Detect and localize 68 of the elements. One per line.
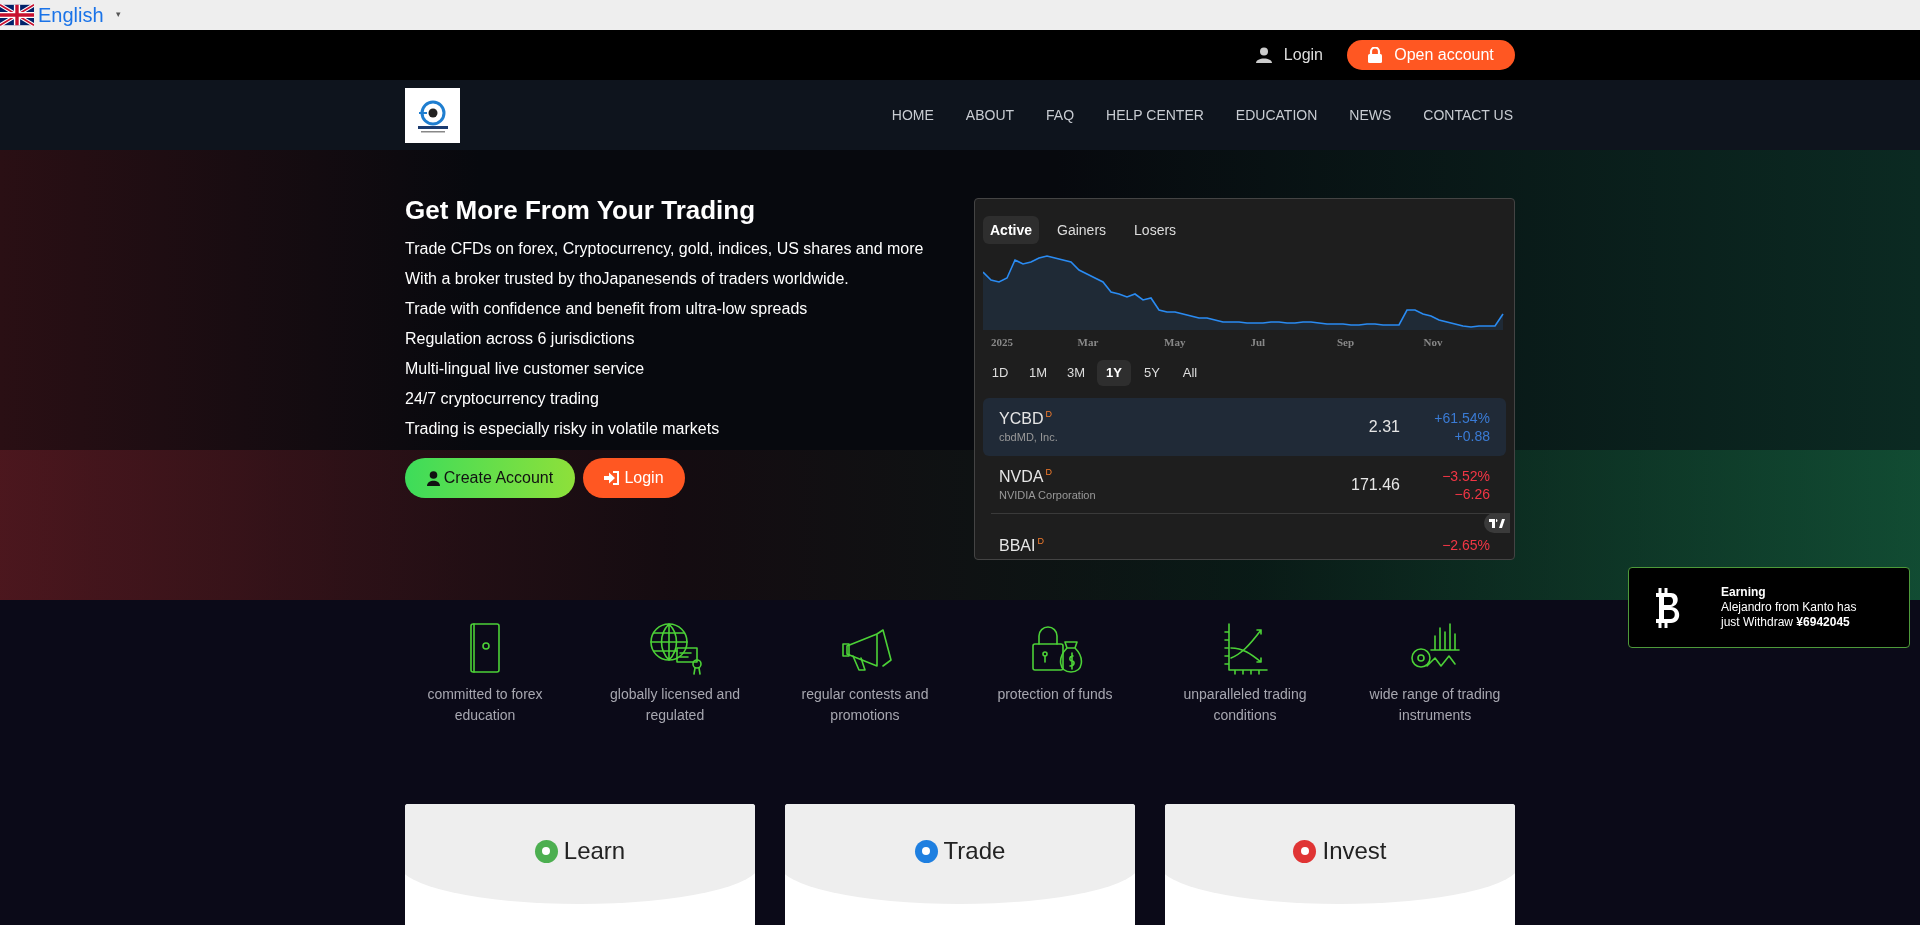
- stock-price: 2.31: [1367, 417, 1400, 437]
- range-button[interactable]: 5Y: [1135, 360, 1169, 386]
- nav-link[interactable]: HELP CENTER: [1106, 104, 1204, 126]
- hero-feature-text: Trade CFDs on forex, Cryptocurrency, gold, indices, US shares and more: [405, 239, 925, 259]
- hero-feature-text: With a broker trusted by thoJapanesends of traders worldwide.: [405, 269, 850, 289]
- logo[interactable]: [405, 87, 460, 143]
- notification-title: Earning: [1721, 585, 1767, 600]
- create-account-button[interactable]: Create Account: [405, 458, 575, 498]
- delayed-label: D: [1037, 536, 1044, 546]
- feature-label: regular contests and promotions: [800, 685, 930, 725]
- market-tab[interactable]: Gainers: [1047, 216, 1117, 244]
- notification-message: Alejandro from Kanto has just Withdraw ¥6942045: [1721, 600, 1858, 630]
- feature-label: unparalleled trading conditions: [1182, 685, 1308, 725]
- axis-label: Mar: [1077, 335, 1099, 350]
- percent-change: −3.52%: [1442, 466, 1490, 485]
- range-button[interactable]: All: [1173, 360, 1207, 386]
- percent-change: +61.54%: [1434, 409, 1490, 427]
- axis-label: Nov: [1423, 335, 1443, 350]
- market-tab[interactable]: Losers: [1124, 216, 1187, 244]
- feature-label: committed to forex education: [426, 685, 544, 725]
- nav-link[interactable]: CONTACT US: [1423, 104, 1513, 126]
- axis-label: 2025: [991, 335, 1013, 350]
- stock-ticker: NVDA: [999, 466, 1044, 487]
- caret-icon[interactable]: ▾: [115, 8, 121, 22]
- hero-feature-text: Regulation across 6 jurisdictions: [405, 329, 636, 349]
- company-name: cbdMD, Inc.: [999, 430, 1058, 445]
- range-button[interactable]: 1D: [983, 360, 1017, 386]
- delayed-label: D: [1045, 466, 1052, 477]
- nav-link[interactable]: EDUCATION: [1235, 104, 1318, 126]
- percent-change: −2.65%: [1442, 536, 1490, 554]
- sign-in-icon: [604, 471, 621, 485]
- hero-feature-text: Trade with confidence and benefit from ultra-low spreads: [405, 299, 809, 319]
- market-tab[interactable]: Active: [983, 216, 1040, 244]
- feature-label: protection of funds: [996, 685, 1114, 704]
- hero-feature-text: Trading is especially risky in volatile markets: [405, 419, 721, 439]
- globe-certificate-icon: [647, 620, 703, 676]
- price-change: −6.26: [1454, 484, 1490, 503]
- feature-label: wide range of trading instruments: [1368, 685, 1502, 725]
- company-name: NVIDIA Corporation: [999, 487, 1096, 503]
- axis-label: Sep: [1337, 335, 1355, 350]
- axis-label: May: [1164, 335, 1186, 350]
- user-icon: [1255, 47, 1272, 63]
- range-button[interactable]: 1M: [1021, 360, 1055, 386]
- range-button[interactable]: 1Y: [1097, 360, 1131, 386]
- price-change: +0.88: [1454, 427, 1490, 445]
- stock-ticker: BBAI: [999, 536, 1036, 556]
- nav-link[interactable]: ABOUT: [965, 104, 1015, 126]
- nav-link[interactable]: HOME: [891, 104, 934, 126]
- stock-ticker: YCBD: [999, 409, 1044, 429]
- login-link[interactable]: Login: [1255, 43, 1331, 67]
- nav-link[interactable]: FAQ: [1046, 104, 1075, 126]
- delayed-label: D: [1045, 409, 1052, 419]
- axis-label: Jul: [1250, 335, 1266, 350]
- hero-feature-text: Multi-lingual live customer service: [405, 359, 646, 379]
- nav-link[interactable]: NEWS: [1349, 104, 1392, 126]
- tradingview-logo[interactable]: [1484, 513, 1510, 533]
- range-button[interactable]: 3M: [1059, 360, 1093, 386]
- language-selector[interactable]: English: [38, 0, 104, 30]
- card-title: Trade: [943, 836, 1006, 866]
- flag-icon: [0, 4, 34, 26]
- feature-label: globally licensed and regulated: [609, 685, 741, 725]
- user-icon: [426, 470, 440, 486]
- stock-price: 171.46: [1350, 474, 1400, 495]
- card-title: Learn: [563, 836, 626, 866]
- hero-title: Get More From Your Trading: [405, 194, 757, 227]
- card-title: Invest: [1322, 836, 1387, 866]
- lock-icon: [1368, 47, 1383, 63]
- hero-feature-text: 24/7 cryptocurrency trading: [405, 389, 600, 409]
